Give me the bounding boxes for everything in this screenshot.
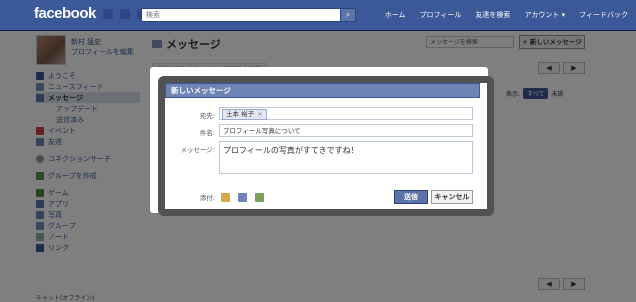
- dialog-border: 新しいメッセージ 宛先: 土本 裕子 × 件名: プロフィール写真について メッセ…: [158, 76, 494, 216]
- subject-field[interactable]: プロフィール写真について: [219, 124, 473, 137]
- dialog-title: 新しいメッセージ: [165, 83, 480, 98]
- cancel-button[interactable]: キャンセル: [431, 190, 473, 204]
- attachments-row: 添付:: [165, 192, 264, 202]
- facebook-logo[interactable]: facebook: [34, 5, 96, 22]
- attach-icons: [221, 192, 264, 202]
- new-message-dialog-frame: 新しいメッセージ 宛先: 土本 裕子 × 件名: プロフィール写真について メッセ…: [150, 67, 494, 216]
- nav-home[interactable]: ホーム: [385, 10, 406, 20]
- messages-icon[interactable]: [120, 9, 130, 19]
- nav-profile[interactable]: プロフィール: [420, 10, 462, 20]
- send-button[interactable]: 送信: [394, 190, 428, 204]
- attach-video-icon[interactable]: [238, 192, 247, 202]
- message-row: メッセージ: プロフィールの写真がすてきですね！: [165, 141, 473, 174]
- subject-label: 件名:: [199, 129, 215, 137]
- nav-account[interactable]: アカウント ▾: [524, 10, 565, 20]
- to-row: 宛先: 土本 裕子 ×: [165, 107, 473, 120]
- message-body-textarea[interactable]: プロフィールの写真がすてきですね！: [219, 141, 473, 174]
- friend-requests-icon[interactable]: [103, 9, 113, 19]
- attach-link-icon[interactable]: [255, 192, 264, 202]
- to-label: 宛先:: [199, 112, 215, 120]
- to-field[interactable]: 土本 裕子 ×: [219, 107, 473, 120]
- attach-photo-icon[interactable]: [221, 192, 230, 202]
- nav-feedback[interactable]: フィードバック: [579, 10, 628, 20]
- top-nav-links: ホーム プロフィール 友達を検索 アカウント ▾ フィードバック: [385, 10, 628, 20]
- message-label: メッセージ:: [180, 146, 215, 154]
- subject-row: 件名: プロフィール写真について: [165, 124, 473, 137]
- remove-recipient-icon[interactable]: ×: [257, 110, 262, 118]
- global-search-input[interactable]: 検索: [141, 8, 341, 22]
- recipient-token[interactable]: 土本 裕子 ×: [222, 109, 267, 120]
- attach-label: 添付:: [199, 194, 215, 202]
- search-icon[interactable]: ⌕: [340, 8, 356, 22]
- new-message-dialog: 新しいメッセージ 宛先: 土本 裕子 × 件名: プロフィール写真について メッセ…: [165, 83, 487, 209]
- top-navigation-bar: facebook 検索 ⌕ ホーム プロフィール 友達を検索 アカウント ▾ フ…: [0, 0, 636, 31]
- nav-find-friends[interactable]: 友達を検索: [475, 10, 510, 20]
